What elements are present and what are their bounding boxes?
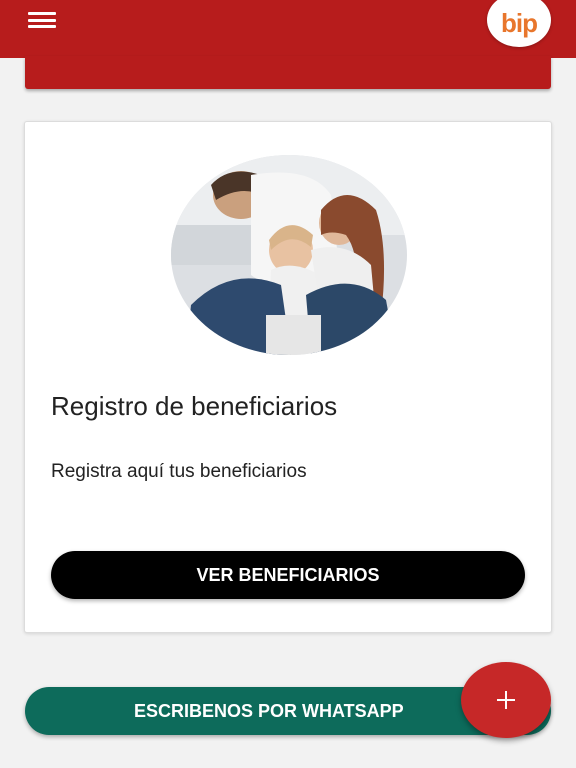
top-app-bar: bip	[0, 0, 576, 58]
plus-icon	[497, 691, 515, 709]
view-beneficiaries-button[interactable]: VER BENEFICIARIOS	[51, 551, 525, 599]
logo-text: bip	[501, 7, 538, 38]
card-description: Registra aquí tus beneficiarios	[51, 461, 307, 482]
header-extension-band	[25, 56, 551, 89]
beneficiaries-card: Registro de beneficiarios Registra aquí …	[24, 121, 552, 633]
add-fab-button[interactable]	[461, 662, 551, 738]
bip-logo: bip	[487, 0, 551, 47]
menu-button[interactable]	[28, 10, 56, 30]
card-title: Registro de beneficiarios	[51, 391, 338, 421]
family-photo	[171, 155, 407, 355]
hamburger-menu-icon	[28, 12, 56, 15]
